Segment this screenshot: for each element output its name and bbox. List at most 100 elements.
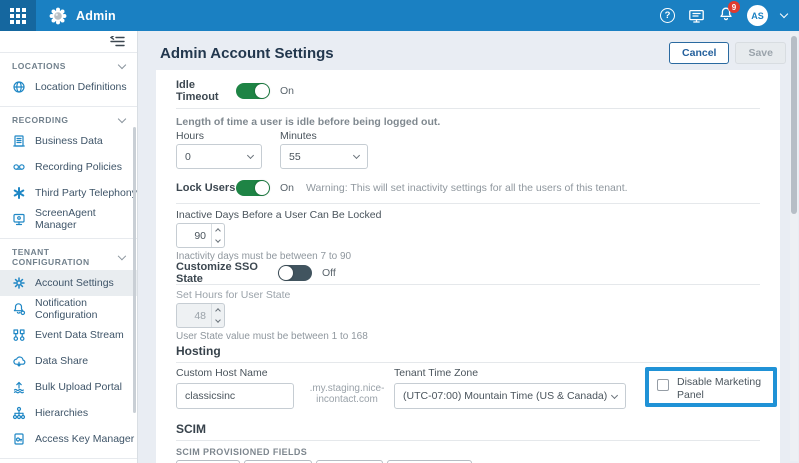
idle-timeout-state: On (280, 85, 294, 97)
sidebar-section-tenant-configuration[interactable]: TENANT CONFIGURATION (0, 239, 137, 270)
sidebar-section-locations[interactable]: LOCATIONS (0, 53, 137, 74)
collapse-sidebar-icon[interactable] (110, 36, 125, 47)
divider (176, 108, 760, 109)
presentation-icon[interactable] (688, 8, 705, 24)
sidebar-item-business-data[interactable]: Business Data (0, 128, 137, 154)
disable-marketing-panel-highlight: Disable Marketing Panel (645, 367, 777, 407)
brand: Admin (48, 6, 116, 26)
scim-heading: SCIM (176, 422, 760, 436)
idle-timeout-label: Idle Timeout (176, 79, 236, 103)
divider (176, 440, 760, 441)
notifications-button[interactable]: 9 (718, 6, 734, 25)
chevron-down-icon (118, 251, 126, 259)
sidebar-item-bulk-upload-portal[interactable]: Bulk Upload Portal (0, 374, 137, 400)
sidebar-item-event-data-stream[interactable]: Event Data Stream (0, 322, 137, 348)
sidebar-item-recording-policies[interactable]: Recording Policies (0, 154, 137, 180)
scim-provisioned-fields-label: SCIM PROVISIONED FIELDS (176, 447, 760, 457)
host-suffix: .my.staging.nice-incontact.com (300, 383, 394, 406)
stepper-up-icon (212, 304, 224, 316)
voicemail-icon (12, 160, 26, 174)
sidebar-item-data-share[interactable]: Data Share (0, 348, 137, 374)
user-state-hours-stepper: 48 (176, 303, 225, 328)
hours-select[interactable]: 0 (176, 144, 262, 169)
minutes-label: Minutes (280, 130, 317, 142)
app-name: Admin (76, 9, 116, 23)
waffle-grid-icon (10, 8, 26, 24)
nice-logo-icon (48, 6, 68, 26)
help-icon[interactable]: ? (660, 8, 675, 23)
sidebar-header (0, 31, 137, 53)
sidebar-item-notification-configuration[interactable]: Notification Configuration (0, 296, 137, 322)
hosting-row: Custom Host Name classicsinc .my.staging… (176, 367, 777, 409)
user-state-hours-label: Set Hours for User State (176, 289, 760, 301)
idle-timeout-description: Length of time a user is idle before bei… (176, 116, 760, 128)
app-launcher-button[interactable] (0, 0, 36, 31)
customize-sso-toggle[interactable] (278, 265, 312, 281)
idle-timeout-toggle[interactable] (236, 83, 270, 99)
cancel-button[interactable]: Cancel (669, 42, 729, 64)
sidebar-section-recording[interactable]: RECORDING (0, 107, 137, 128)
disable-marketing-panel-checkbox[interactable] (657, 379, 669, 391)
main-content: Admin Account Settings Cancel Save Idle … (138, 31, 799, 463)
stepper-down-icon (212, 316, 224, 328)
chevron-down-icon (611, 391, 618, 398)
page-title: Admin Account Settings (160, 45, 334, 62)
cloud-icon (12, 354, 26, 368)
chevron-down-icon (118, 60, 126, 68)
nodes-icon (12, 328, 26, 342)
divider (176, 362, 760, 363)
chevron-down-icon (353, 152, 360, 159)
sidebar-item-account-settings[interactable]: Account Settings (0, 270, 137, 296)
globe-icon (12, 80, 26, 94)
lock-users-label: Lock Users (176, 182, 236, 194)
tenant-time-zone-label: Tenant Time Zone (394, 367, 626, 379)
org-tree-icon (12, 406, 26, 420)
upload-waves-icon (12, 380, 26, 394)
key-document-icon (12, 432, 26, 446)
lock-users-row: Lock Users On Warning: This will set ina… (176, 179, 760, 197)
sidebar-section-security-settings[interactable]: SECURITY SETTINGS (0, 459, 137, 463)
admin-account-settings-page: { "topbar": { "app_name": "Admin", "help… (0, 0, 799, 463)
gear-icon (12, 276, 26, 290)
chevron-down-icon (247, 152, 254, 159)
asterisk-icon (12, 186, 26, 200)
sidebar-item-access-key-manager[interactable]: Access Key Manager (0, 426, 137, 452)
hosting-heading: Hosting (176, 344, 760, 358)
sidebar-item-hierarchies[interactable]: Hierarchies (0, 400, 137, 426)
idle-timeout-row: Idle Timeout On (176, 82, 760, 100)
user-state-hours-hint: User State value must be between 1 to 16… (176, 331, 760, 342)
sidebar-scrollbar[interactable] (133, 127, 136, 413)
bell-gear-icon (12, 302, 26, 316)
lock-users-warning: Warning: This will set inactivity settin… (306, 182, 628, 194)
sidebar-item-screenagent-manager[interactable]: ScreenAgent Manager (0, 206, 137, 232)
settings-card: Idle Timeout On Length of time a user is… (156, 70, 780, 463)
avatar[interactable]: AS (747, 5, 768, 26)
stepper-up-icon[interactable] (212, 224, 224, 236)
custom-host-name-label: Custom Host Name (176, 367, 294, 379)
building-icon (12, 134, 26, 148)
custom-host-name-input[interactable]: classicsinc (176, 383, 294, 409)
lock-users-toggle[interactable] (236, 180, 270, 196)
page-scrollbar-track[interactable] (790, 33, 798, 461)
save-button[interactable]: Save (735, 42, 786, 64)
inactive-days-label: Inactive Days Before a User Can Be Locke… (176, 209, 760, 221)
page-scrollbar-thumb[interactable] (791, 36, 797, 214)
hours-label: Hours (176, 130, 280, 142)
disable-marketing-panel-label: Disable Marketing Panel (677, 376, 765, 402)
inactive-days-stepper[interactable]: 90 (176, 223, 225, 248)
page-header: Admin Account Settings Cancel Save (138, 31, 799, 64)
divider (176, 203, 760, 204)
sidebar: LOCATIONS Location Definitions RECORDING… (0, 31, 138, 463)
minutes-select[interactable]: 55 (280, 144, 368, 169)
sidebar-item-third-party-telephony[interactable]: Third Party Telephony (0, 180, 137, 206)
customize-sso-row: Customize SSO State Off (176, 264, 760, 282)
tenant-time-zone-select[interactable]: (UTC-07:00) Mountain Time (US & Canada) (394, 383, 626, 409)
notification-badge: 9 (728, 1, 740, 13)
topbar-actions: ? 9 AS (660, 5, 799, 26)
stepper-down-icon[interactable] (212, 236, 224, 248)
customize-sso-state: Off (322, 267, 336, 279)
monitor-icon (12, 212, 26, 226)
chevron-down-icon[interactable] (780, 10, 788, 18)
sidebar-item-location-definitions[interactable]: Location Definitions (0, 74, 137, 100)
chevron-down-icon (118, 114, 126, 122)
